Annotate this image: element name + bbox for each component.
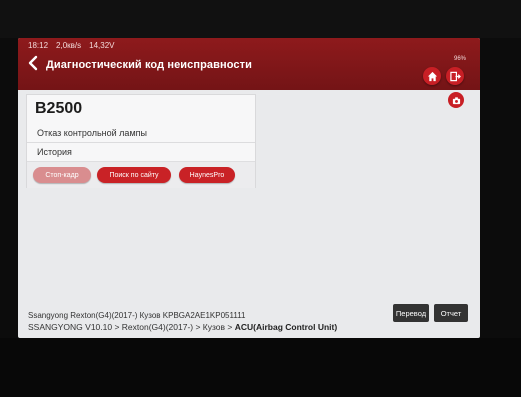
dtc-description: Отказ контрольной лампы — [37, 128, 147, 138]
freeze-frame-button[interactable]: Стоп-кадр — [33, 167, 91, 183]
site-search-button[interactable]: Поиск по сайту — [97, 167, 171, 183]
haynespro-button[interactable]: HaynesPro — [179, 167, 235, 183]
status-speed: 2,0кв/s — [56, 41, 82, 50]
device-bezel-bottom — [0, 338, 521, 397]
breadcrumb: SSANGYONG V10.10 > Rexton(G4)(2017-) > К… — [28, 322, 337, 332]
dtc-actions: Стоп-кадр Поиск по сайту HaynesPro — [27, 161, 255, 188]
status-time: 18:12 — [28, 41, 49, 50]
back-arrow-icon[interactable] — [26, 55, 42, 71]
dtc-status: История — [37, 147, 72, 157]
divider — [27, 142, 255, 143]
exit-button[interactable] — [446, 67, 464, 85]
device-bezel-top — [0, 0, 521, 38]
dtc-card: B2500 Отказ контрольной лампы История Ст… — [26, 94, 256, 188]
footer: Ssangyong Rexton(G4)(2017-) Кузов KPBGA2… — [18, 294, 480, 338]
page-title: Диагностический код неисправности — [46, 59, 252, 71]
screenshot-button[interactable] — [448, 92, 464, 108]
home-button[interactable] — [423, 67, 441, 85]
breadcrumb-module: ACU(Airbag Control Unit) — [234, 322, 338, 332]
status-voltage: 14,32V — [89, 41, 115, 50]
device-screen: 18:12 2,0кв/s 14,32V 96% Диагностический… — [18, 38, 480, 338]
exit-icon — [449, 71, 461, 81]
camera-icon — [452, 96, 460, 104]
home-icon — [427, 71, 437, 81]
app-header: 18:12 2,0кв/s 14,32V 96% Диагностический… — [18, 38, 480, 90]
battery-level: 96% — [453, 56, 466, 62]
vehicle-info: Ssangyong Rexton(G4)(2017-) Кузов KPBGA2… — [28, 311, 246, 320]
dtc-code: B2500 — [35, 100, 83, 117]
report-button[interactable]: Отчет — [434, 304, 468, 322]
breadcrumb-path: SSANGYONG V10.10 > Rexton(G4)(2017-) > К… — [28, 322, 235, 332]
status-bar: 18:12 2,0кв/s 14,32V — [28, 41, 114, 50]
translate-button[interactable]: Перевод — [393, 304, 429, 322]
